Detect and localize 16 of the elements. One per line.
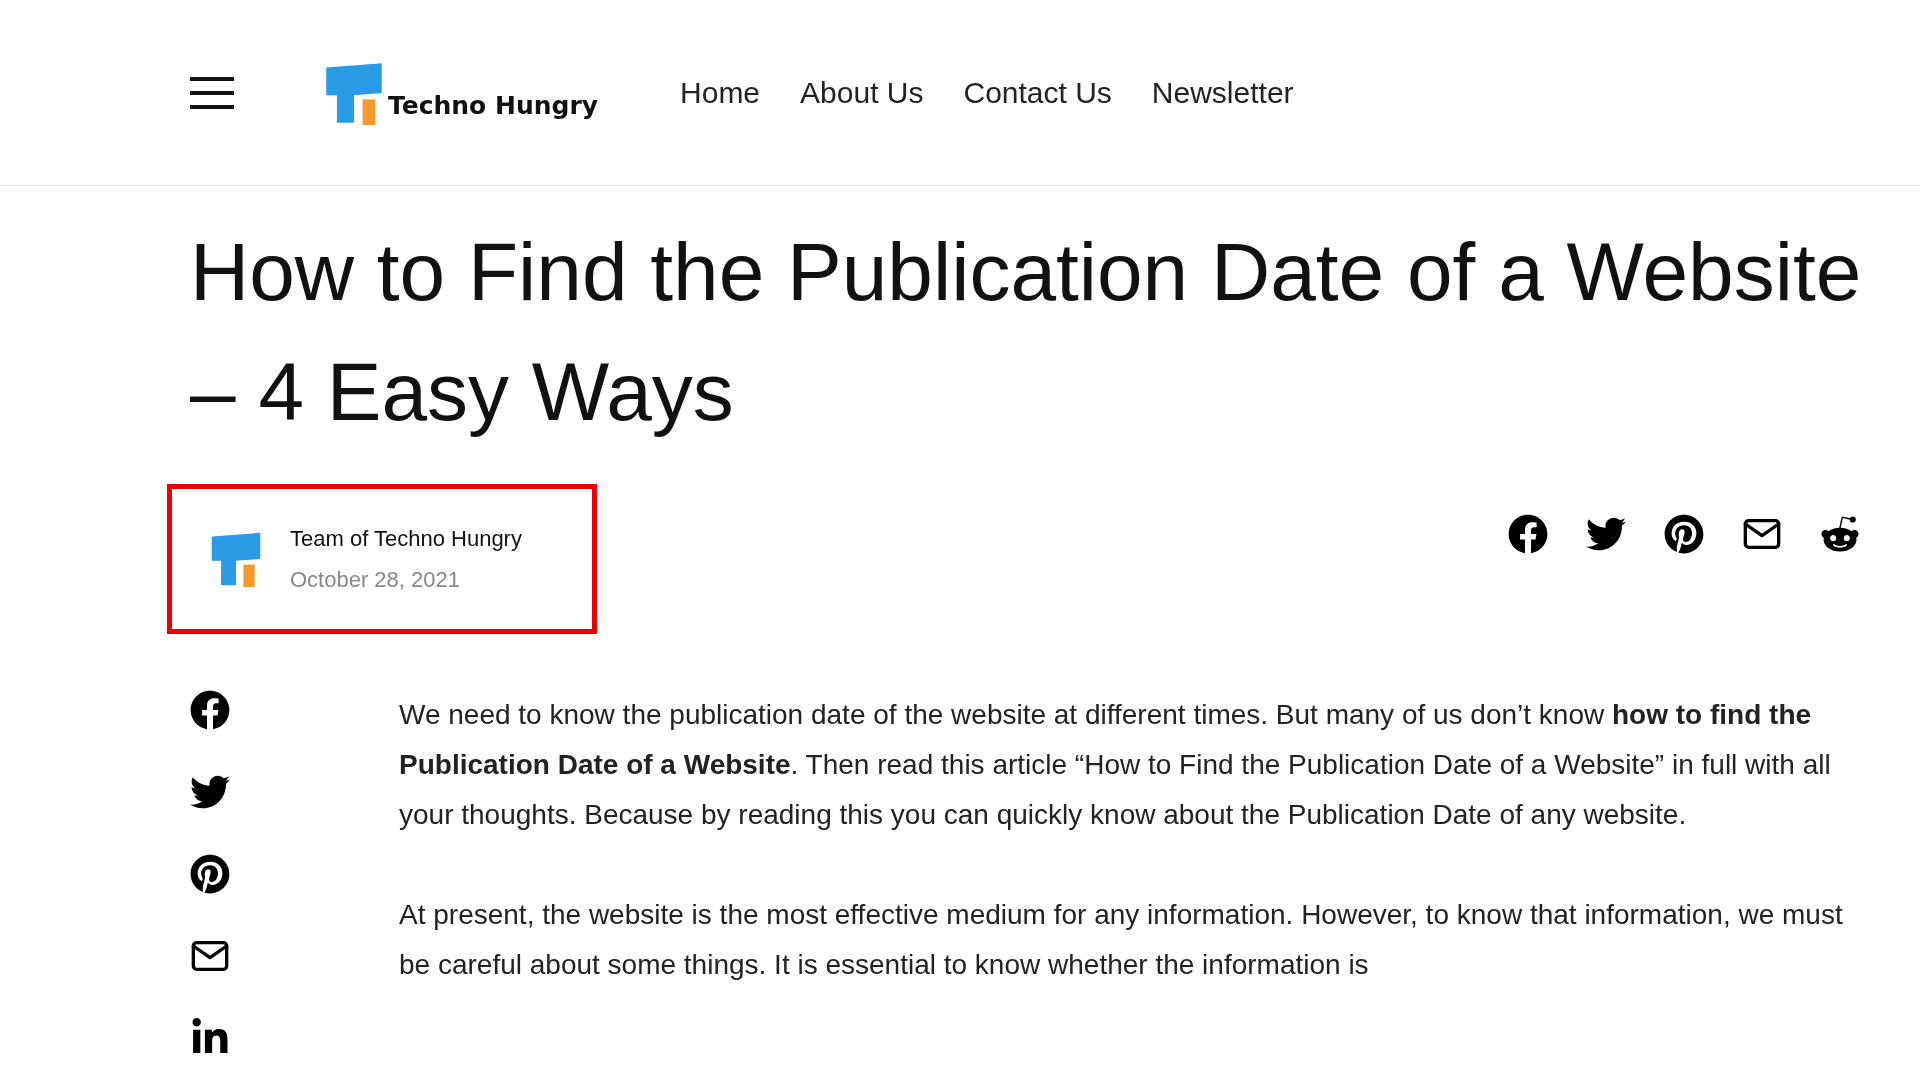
menu-icon[interactable] — [190, 74, 234, 111]
publish-date: October 28, 2021 — [290, 566, 461, 594]
nav-link[interactable]: Contact Us — [963, 70, 1112, 115]
facebook-icon[interactable] — [1508, 514, 1548, 554]
article-title: How to Find the Publication Date of a Website – 4 Easy Ways — [190, 225, 1863, 439]
author-name[interactable]: Team of Techno Hungry — [290, 522, 522, 555]
nav-link[interactable]: Newsletter — [1151, 70, 1294, 115]
nav-link[interactable]: Home — [680, 70, 761, 115]
article-paragraph: At present, the website is the most effective medium for any information. However, to know that information, we must be careful about some things. It is essential to know whether the information is — [399, 898, 1844, 982]
nav-link[interactable]: About Us — [800, 70, 924, 115]
reddit-icon[interactable] — [1820, 514, 1860, 554]
pinterest-icon[interactable] — [190, 854, 230, 894]
facebook-icon[interactable] — [190, 690, 230, 730]
logo-text[interactable]: Techno Hungry — [388, 87, 599, 125]
pinterest-icon[interactable] — [1664, 514, 1704, 554]
article-paragraph: We need to know the publication date of the website at different times. But many of us don’t know how to find the Publication Date of a Website. Then read this article “How to Find the Publication Date of a Website” in full with all your thoughts. Because by reading this you can quickly know about the Publication Date of any website. — [399, 698, 1832, 832]
